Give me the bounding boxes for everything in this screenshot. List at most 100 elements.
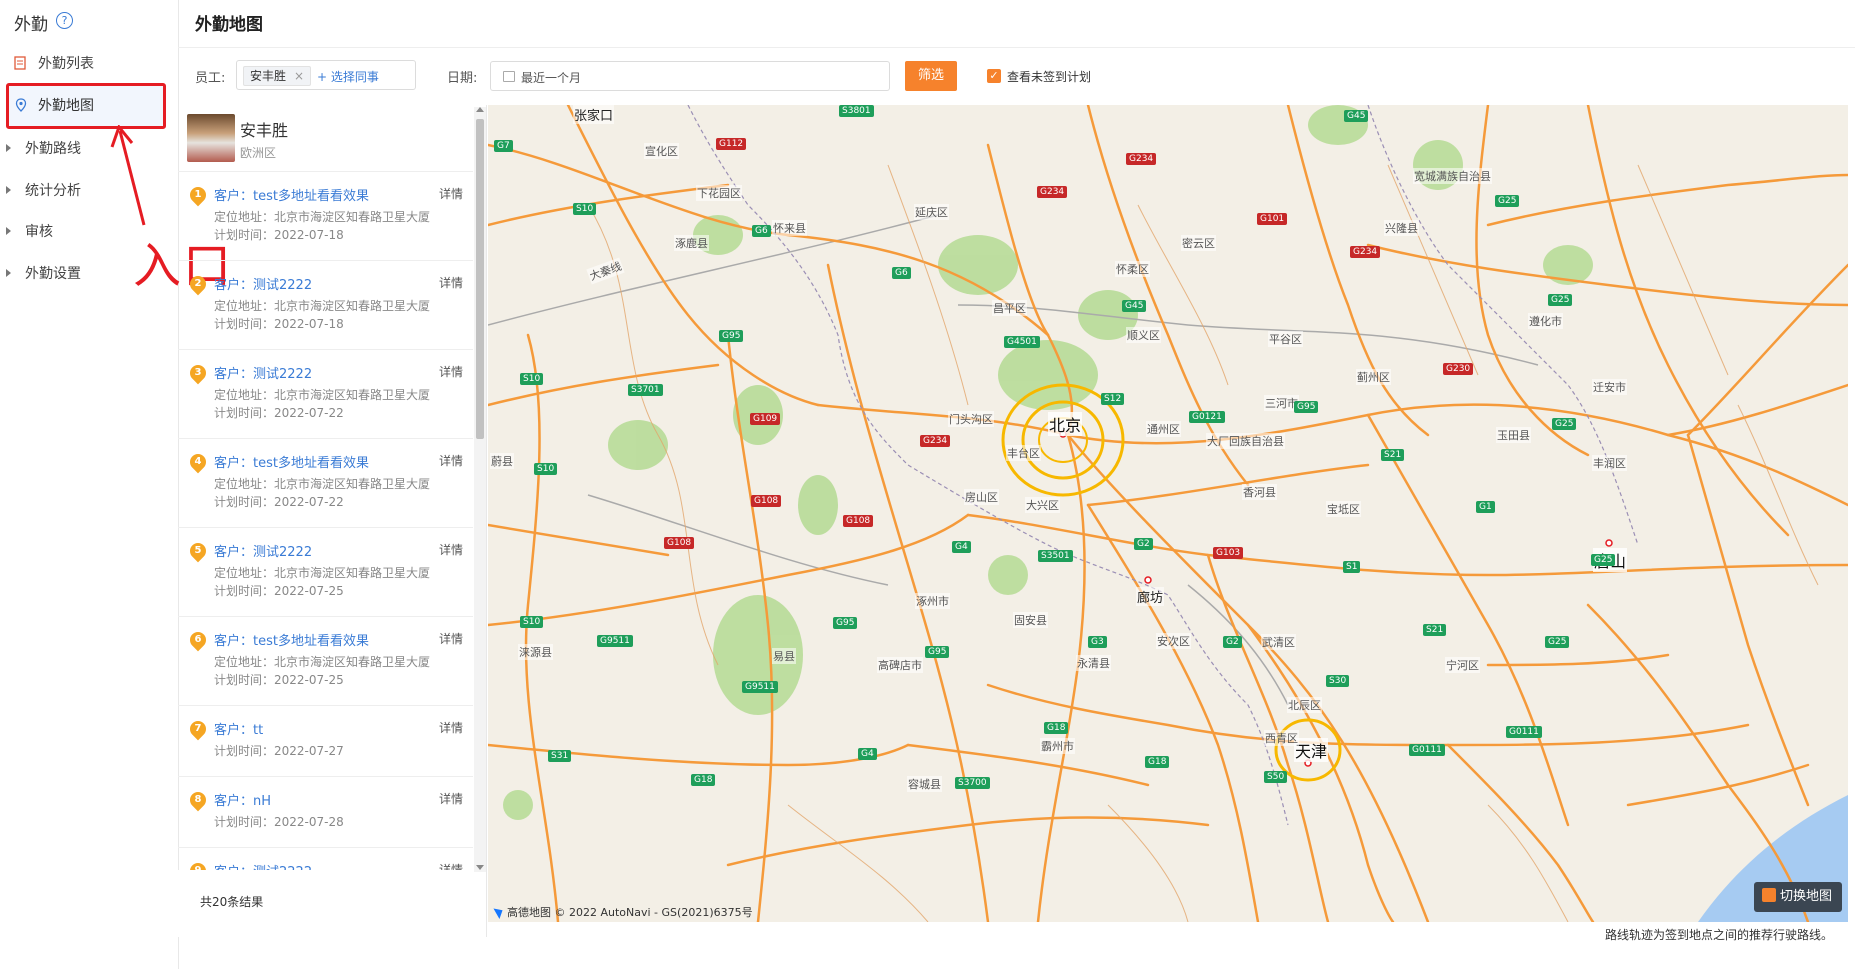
sidebar-item-label: 统计分析 [25, 183, 81, 199]
employee-select[interactable]: 安丰胜 × + 选择同事 [236, 60, 416, 90]
list-scrollbar[interactable] [474, 107, 486, 872]
highway-shield: S10 [520, 373, 544, 385]
caret-right-icon [6, 144, 11, 152]
scroll-down-icon[interactable] [476, 865, 484, 870]
location-text: 定位地址：北京市海淀区知春路卫星大厦 [214, 299, 431, 313]
list-item[interactable]: 6 客户：test多地址看看效果 详情 定位地址：北京市海淀区知春路卫星大厦 计… [178, 617, 473, 706]
sidebar-item-label: 外勤设置 [25, 266, 81, 282]
city-label: 西青区 [1264, 730, 1299, 746]
list-item[interactable]: 2 客户：测试2222 详情 定位地址：北京市海淀区知春路卫星大厦 计划时间：2… [178, 261, 473, 350]
date-range-input[interactable]: 最近一个月 [490, 61, 890, 91]
employee-tag: 安丰胜 × [243, 66, 312, 86]
page-title: 外勤地图 [195, 15, 263, 35]
list-item[interactable]: 7 客户：tt 详情 计划时间：2022-07-27 [178, 706, 473, 777]
scroll-up-icon[interactable] [476, 107, 484, 112]
scroll-thumb[interactable] [476, 119, 484, 439]
detail-link[interactable]: 详情 [439, 363, 463, 380]
customer-link[interactable]: 客户：tt [214, 719, 263, 738]
highway-shield: G109 [750, 413, 781, 425]
employee-area: 欧洲区 [240, 146, 277, 160]
location-text: 定位地址：北京市海淀区知春路卫星大厦 [214, 210, 431, 224]
help-icon[interactable]: ? [56, 12, 73, 29]
marker-pin-icon: 5 [186, 539, 210, 563]
highway-shield: S31 [548, 750, 572, 762]
show-unsigned-label[interactable]: 查看未签到计划 [1007, 68, 1091, 85]
city-label: 北辰区 [1287, 697, 1322, 713]
sidebar-item-map[interactable]: 外勤地图 [14, 93, 164, 117]
detail-link[interactable]: 详情 [439, 630, 463, 647]
annotation-arrow [110, 125, 146, 226]
map-canvas[interactable]: 北京 天津 唐山 廊坊 张家口 宣化区 下花园区 怀来县 涿鹿县 延庆区 昌平区… [488, 105, 1848, 922]
marker-pin-icon: 8 [186, 788, 210, 812]
city-label: 下花园区 [696, 185, 742, 201]
customer-link[interactable]: 客户：测试2222 [214, 274, 312, 293]
list-item[interactable]: 3 客户：测试2222 详情 定位地址：北京市海淀区知春路卫星大厦 计划时间：2… [178, 350, 473, 439]
list-item[interactable]: 8 客户：nH 详情 计划时间：2022-07-28 [178, 777, 473, 848]
city-label: 廊坊 [1136, 587, 1165, 606]
city-label: 涿鹿县 [674, 235, 709, 251]
city-label: 门头沟区 [948, 411, 994, 427]
detail-link[interactable]: 详情 [439, 541, 463, 558]
highway-shield: G95 [925, 646, 950, 658]
show-unsigned-checkbox[interactable]: ✓ [987, 69, 1001, 83]
avatar [187, 114, 235, 162]
detail-link[interactable]: 详情 [439, 790, 463, 807]
highway-shield: G4 [858, 748, 877, 760]
highway-shield: G234 [1126, 153, 1157, 165]
list-item[interactable]: 1 客户：test多地址看看效果 详情 定位地址：北京市海淀区知春路卫星大厦 计… [178, 172, 473, 261]
amap-logo-icon [493, 905, 506, 919]
city-label: 蓟州区 [1356, 369, 1391, 385]
city-label: 宽城满族自治县 [1413, 168, 1492, 184]
highway-shield: G45 [1122, 300, 1147, 312]
employee-name: 安丰胜 [240, 121, 289, 140]
customer-link[interactable]: 客户：测试2222 [214, 541, 312, 560]
caret-right-icon [6, 227, 11, 235]
highway-shield: G112 [716, 138, 747, 150]
switch-map-button[interactable]: 切换地图 [1753, 882, 1842, 912]
highway-shield: S12 [1101, 393, 1125, 405]
list-item[interactable]: 4 客户：test多地址看看效果 详情 定位地址：北京市海淀区知春路卫星大厦 计… [178, 439, 473, 528]
customer-link[interactable]: 客户：test多地址看看效果 [214, 452, 369, 471]
highway-shield: G25 [1545, 636, 1570, 648]
highway-shield: S30 [1326, 675, 1350, 687]
highway-shield: G0111 [1506, 726, 1542, 738]
customer-link[interactable]: 客户：test多地址看看效果 [214, 185, 369, 204]
sidebar-item-settings[interactable]: 外勤设置 [0, 261, 150, 285]
highway-shield: G108 [843, 515, 874, 527]
sidebar-item-list[interactable]: 外勤列表 [14, 51, 164, 75]
city-label: 大厂回族自治县 [1206, 433, 1285, 449]
marker-pin-icon: 6 [186, 628, 210, 652]
employee-tag-label: 安丰胜 [250, 69, 287, 83]
detail-link[interactable]: 详情 [439, 719, 463, 736]
city-label: 高碑店市 [877, 657, 923, 673]
highway-shield: G25 [1552, 418, 1577, 430]
city-label: 涿州市 [915, 593, 950, 609]
detail-link[interactable]: 详情 [439, 185, 463, 202]
detail-link[interactable]: 详情 [439, 274, 463, 291]
employee-label: 员工: [195, 71, 226, 86]
detail-link[interactable]: 详情 [439, 452, 463, 469]
city-label: 固安县 [1013, 612, 1048, 628]
filter-button[interactable]: 筛选 [905, 61, 957, 91]
customer-link[interactable]: 客户：测试2222 [214, 363, 312, 382]
customer-link[interactable]: 客户：nH [214, 790, 271, 809]
caret-right-icon [6, 269, 11, 277]
total-count: 共20条结果 [200, 895, 264, 909]
plan-time-text: 计划时间：2022-07-22 [214, 495, 344, 509]
city-label: 丰润区 [1592, 455, 1627, 471]
city-label: 玉田县 [1496, 427, 1531, 443]
customer-link[interactable]: 客户：test多地址看看效果 [214, 630, 369, 649]
highway-shield: G234 [1037, 186, 1068, 198]
city-label: 平谷区 [1268, 331, 1303, 347]
marker-pin-icon: 1 [186, 183, 210, 207]
city-label: 蔚县 [490, 453, 514, 469]
location-text: 定位地址：北京市海淀区知春路卫星大厦 [214, 655, 431, 669]
highway-shield: G25 [1495, 195, 1520, 207]
date-label: 日期: [447, 71, 478, 86]
close-icon[interactable]: × [294, 69, 304, 83]
list-item[interactable]: 5 客户：测试2222 详情 定位地址：北京市海淀区知春路卫星大厦 计划时间：2… [178, 528, 473, 617]
city-label: 兴隆县 [1384, 220, 1419, 236]
city-label: 怀柔区 [1115, 261, 1150, 277]
marker-pin-icon: 2 [186, 272, 210, 296]
select-colleague-link[interactable]: + 选择同事 [317, 68, 379, 85]
